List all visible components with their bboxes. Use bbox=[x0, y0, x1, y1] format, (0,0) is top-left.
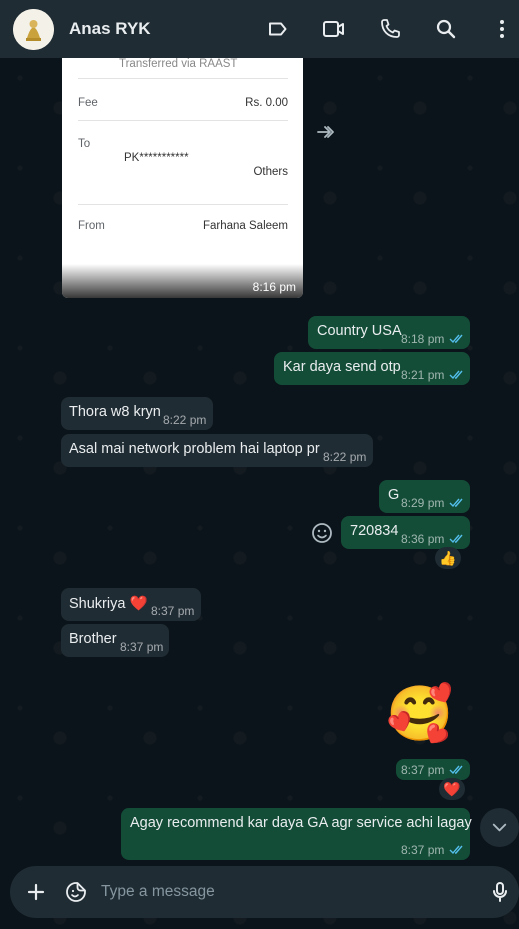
message-time: 8:22 pm bbox=[323, 450, 367, 464]
message-composer: Type a message bbox=[10, 866, 519, 918]
read-ticks-icon bbox=[449, 498, 463, 508]
chat-header: Anas RYK bbox=[0, 0, 519, 58]
message-time-pill: 8:37 pm bbox=[396, 759, 470, 780]
message-bubble-incoming[interactable]: Shukriya ❤️ 8:37 pm bbox=[61, 588, 201, 621]
receipt-caption: Transferred via RAAST bbox=[119, 58, 238, 70]
read-ticks-icon bbox=[449, 334, 463, 344]
message-text: G bbox=[388, 487, 400, 503]
message-text: Kar daya send otp bbox=[283, 359, 401, 375]
message-input[interactable]: Type a message bbox=[101, 883, 215, 901]
contact-name[interactable]: Anas RYK bbox=[69, 19, 151, 39]
payment-receipt-image[interactable]: Transferred via RAAST Fee Rs. 0.00 To PK… bbox=[62, 58, 303, 298]
message-time: 8:37 pm bbox=[151, 604, 195, 618]
message-time: 8:22 pm bbox=[163, 413, 207, 427]
message-text: Shukriya ❤️ bbox=[69, 596, 148, 612]
scroll-to-bottom-button[interactable] bbox=[480, 808, 519, 847]
reaction-badge[interactable]: 👍 bbox=[435, 547, 461, 569]
add-icon[interactable] bbox=[24, 880, 48, 904]
message-bubble-outgoing[interactable]: Kar daya send otp 8:21 pm bbox=[274, 352, 470, 385]
message-text: Thora w8 kryn bbox=[69, 404, 161, 420]
reaction-badge[interactable]: ❤️ bbox=[439, 778, 465, 800]
message-time: 8:37 pm bbox=[120, 640, 164, 654]
to-value: PK*********** bbox=[124, 152, 189, 164]
emoji-message[interactable]: 🥰 bbox=[386, 680, 454, 748]
message-time: 8:16 pm bbox=[252, 280, 296, 294]
video-call-icon[interactable] bbox=[322, 17, 346, 41]
from-value: Farhana Saleem bbox=[202, 220, 288, 232]
divider bbox=[78, 120, 288, 121]
label-icon[interactable] bbox=[266, 17, 290, 41]
emoji-react-icon[interactable] bbox=[310, 521, 332, 543]
mic-icon[interactable] bbox=[488, 880, 512, 904]
message-bubble-incoming[interactable]: Brother 8:37 pm bbox=[61, 624, 169, 657]
from-label: From bbox=[78, 220, 105, 232]
message-text: 720834 bbox=[350, 523, 399, 539]
message-time: 8:37 pm bbox=[401, 763, 445, 777]
message-text: Agay recommend kar daya GA agr service a… bbox=[130, 815, 472, 831]
message-bubble-incoming[interactable]: Asal mai network problem hai laptop pr 8… bbox=[61, 434, 373, 467]
message-bubble-outgoing[interactable]: G 8:29 pm bbox=[379, 480, 470, 513]
sticker-icon[interactable] bbox=[64, 880, 88, 904]
forward-icon[interactable] bbox=[314, 120, 336, 142]
read-ticks-icon bbox=[449, 370, 463, 380]
message-text: Asal mai network problem hai laptop pr bbox=[69, 441, 320, 457]
divider bbox=[78, 78, 288, 79]
to-label: To bbox=[78, 138, 91, 150]
search-icon[interactable] bbox=[434, 17, 458, 41]
fee-label: Fee bbox=[78, 97, 98, 109]
message-time: 8:36 pm bbox=[401, 532, 445, 546]
read-ticks-icon bbox=[449, 765, 463, 775]
to-sub: Others bbox=[253, 166, 288, 178]
message-bubble-outgoing[interactable]: Country USA 8:18 pm bbox=[308, 316, 470, 349]
chevron-down-icon bbox=[492, 823, 507, 832]
message-text: Brother bbox=[69, 631, 117, 647]
message-text: Country USA bbox=[317, 323, 402, 339]
message-time: 8:29 pm bbox=[401, 496, 445, 510]
read-ticks-icon bbox=[449, 845, 463, 855]
message-bubble-incoming[interactable]: Thora w8 kryn 8:22 pm bbox=[61, 397, 213, 430]
avatar[interactable] bbox=[13, 9, 54, 50]
divider bbox=[78, 204, 288, 205]
voice-call-icon[interactable] bbox=[378, 17, 402, 41]
message-bubble-outgoing[interactable]: Agay recommend kar daya GA agr service a… bbox=[121, 808, 472, 860]
read-ticks-icon bbox=[449, 534, 463, 544]
fee-value: Rs. 0.00 bbox=[245, 97, 288, 109]
message-bubble-outgoing[interactable]: 720834 8:36 pm bbox=[341, 516, 470, 549]
more-options-icon[interactable] bbox=[490, 17, 514, 41]
message-time: 8:21 pm bbox=[401, 368, 445, 382]
message-time: 8:37 pm bbox=[401, 843, 445, 857]
message-time: 8:18 pm bbox=[401, 332, 445, 346]
